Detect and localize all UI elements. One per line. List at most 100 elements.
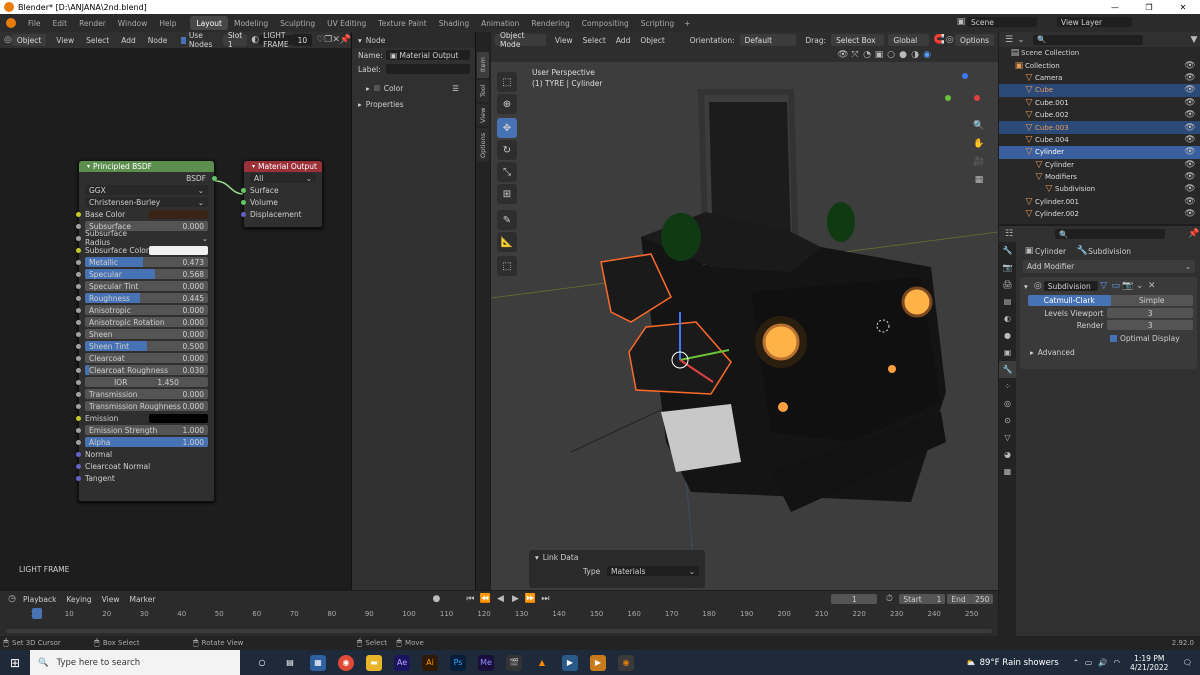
pin-icon[interactable]: 📌 <box>1188 228 1200 240</box>
blender-menu-icon[interactable] <box>6 18 16 28</box>
modifier-name-field[interactable]: Subdivision <box>1043 281 1098 291</box>
input-socket[interactable] <box>76 355 81 361</box>
vector-socket[interactable] <box>76 475 81 481</box>
input-socket[interactable] <box>76 223 81 229</box>
physics-tab-icon[interactable]: ◎ <box>999 395 1016 412</box>
value-slider[interactable]: Emission Strength 1.000 <box>85 425 208 435</box>
value-slider[interactable]: Metallic 0.473 <box>85 257 208 267</box>
cortana-icon[interactable]: ○ <box>254 655 270 671</box>
network-icon[interactable]: ▭ <box>1085 658 1092 667</box>
record-icon[interactable]: ● <box>430 593 442 605</box>
menu-playback[interactable]: Playback <box>23 595 56 604</box>
input-socket[interactable] <box>241 211 246 217</box>
value-slider[interactable]: Clearcoat Roughness 0.030 <box>85 365 208 375</box>
outliner-item[interactable]: ▽ Cube.003 👁 <box>999 121 1200 134</box>
menu-file[interactable]: File <box>22 16 47 30</box>
node-section-header[interactable]: ▾ Node <box>352 32 475 48</box>
input-socket[interactable] <box>76 439 81 445</box>
value-slider[interactable]: Anisotropic 0.000 <box>85 305 208 315</box>
frame-ruler[interactable]: 1102030405060708090100110120130140150160… <box>0 608 998 622</box>
vector-socket[interactable] <box>76 463 81 469</box>
minimize-button[interactable]: — <box>1098 3 1132 12</box>
video-app-icon[interactable]: ▶ <box>590 654 606 671</box>
outliner-search-input[interactable]: 🔍 <box>1033 34 1143 45</box>
photoshop-icon[interactable]: Ps <box>450 654 466 671</box>
input-socket[interactable] <box>76 247 81 253</box>
output-target-dropdown[interactable]: All ⌄ <box>250 173 316 183</box>
advanced-subpanel[interactable]: ▸ Advanced <box>1024 345 1193 359</box>
prev-key-icon[interactable]: ⏪ <box>479 593 491 605</box>
play-icon[interactable]: ▶ <box>509 593 521 605</box>
link-type-dropdown[interactable]: Materials ⌄ <box>607 566 699 576</box>
clock-icon[interactable]: ⏱ <box>883 593 895 605</box>
render-tab-icon[interactable]: 📷 <box>999 259 1016 276</box>
viewport-toggle-icon[interactable]: ▭ <box>1110 280 1122 292</box>
add-workspace-icon[interactable]: + <box>684 19 690 28</box>
value-slider[interactable]: Sheen Tint 0.500 <box>85 341 208 351</box>
outliner-item[interactable]: ▽ Camera 👁 <box>999 72 1200 84</box>
input-socket[interactable] <box>76 271 81 277</box>
visibility-icon[interactable]: 👁 <box>1184 109 1196 121</box>
visibility-icon[interactable]: 👁 <box>1184 159 1196 171</box>
material-tab-icon[interactable]: ◕ <box>999 446 1016 463</box>
after-effects-icon[interactable]: Ae <box>394 654 410 671</box>
illustrator-icon[interactable]: Ai <box>422 654 438 671</box>
menu-marker[interactable]: Marker <box>129 595 155 604</box>
clapper-icon[interactable]: 🎬 <box>506 654 522 671</box>
outliner-item[interactable]: ▽ Cylinder.002 👁 <box>999 208 1200 220</box>
visibility-icon[interactable]: 👁 <box>1184 134 1196 146</box>
sidebar-tab-options[interactable]: Options <box>477 128 489 162</box>
optimal-display-checkbox[interactable]: Optimal Display <box>1024 331 1193 345</box>
render-levels-field[interactable]: 3 <box>1107 320 1193 330</box>
weather-text[interactable]: 89°F Rain showers <box>980 658 1059 668</box>
outliner-item[interactable]: ▽ Modifiers 👁 <box>999 171 1200 183</box>
editor-type-icon[interactable]: ☰ <box>1003 34 1015 46</box>
visibility-icon[interactable]: 👁 <box>1184 97 1196 109</box>
scene-field[interactable]: Scene <box>967 17 1037 27</box>
particles-tab-icon[interactable]: ⁘ <box>999 378 1016 395</box>
visibility-icon[interactable]: 👁 <box>1184 84 1196 96</box>
workspace-tab-shading[interactable]: Shading <box>433 16 475 30</box>
input-socket[interactable] <box>76 295 81 301</box>
vlc-icon[interactable]: ▲ <box>534 655 550 671</box>
bsdf-output-socket[interactable] <box>212 175 217 181</box>
world-tab-icon[interactable]: ● <box>999 327 1016 344</box>
file-explorer-icon[interactable]: ▬ <box>366 654 382 671</box>
data-tab-icon[interactable]: ▽ <box>999 429 1016 446</box>
render-toggle-icon[interactable]: 📷 <box>1122 280 1134 292</box>
levels-viewport-field[interactable]: 3 <box>1107 308 1193 318</box>
visibility-icon[interactable]: 👁 <box>1184 146 1196 158</box>
visibility-icon[interactable]: 👁 <box>1184 208 1196 220</box>
input-socket[interactable] <box>76 343 81 349</box>
editmode-toggle-icon[interactable]: ▽ <box>1098 280 1110 292</box>
value-slider[interactable]: Alpha 1.000 <box>85 437 208 447</box>
input-socket[interactable] <box>76 403 81 409</box>
volume-icon[interactable]: 🔊 <box>1098 658 1107 667</box>
outliner-item[interactable]: ▽ Cylinder.001 👁 <box>999 196 1200 208</box>
input-socket[interactable] <box>76 235 81 241</box>
jump-start-icon[interactable]: ⏮ <box>464 593 476 605</box>
visibility-icon[interactable]: 👁 <box>1184 60 1196 72</box>
value-slider[interactable]: Sheen 0.000 <box>85 329 208 339</box>
workspace-tab-texture-paint[interactable]: Texture Paint <box>372 16 432 30</box>
properties-search-input[interactable]: 🔍 <box>1055 229 1165 239</box>
editor-type-icon[interactable]: ☷ <box>1003 228 1015 240</box>
value-slider[interactable]: Specular Tint 0.000 <box>85 281 208 291</box>
workspace-tab-modeling[interactable]: Modeling <box>228 16 274 30</box>
visibility-icon[interactable]: 👁 <box>1184 196 1196 208</box>
modifier-tab-icon[interactable]: 🔧 <box>999 361 1016 378</box>
material-output-node[interactable]: ▾ Material Output All ⌄ Surface Volume Displ… <box>241 160 323 228</box>
sidebar-tab-view[interactable]: View <box>477 104 489 126</box>
outliner-item[interactable]: ▽ Cube 👁 <box>999 84 1200 97</box>
value-slider[interactable]: Clearcoat 0.000 <box>85 353 208 363</box>
base-color-swatch[interactable] <box>149 209 208 219</box>
tray-chevron-icon[interactable]: ⌃ <box>1073 658 1079 667</box>
menu-view[interactable]: View <box>102 595 120 604</box>
tool-tab-icon[interactable]: 🔧 <box>999 242 1016 259</box>
outliner-item[interactable]: ▽ Cube.004 👁 <box>999 134 1200 146</box>
workspace-tab-layout[interactable]: Layout <box>190 16 228 30</box>
workspace-tab-uv-editing[interactable]: UV Editing <box>321 16 372 30</box>
node-header[interactable]: ▾ Principled BSDF <box>79 161 214 172</box>
outliner-item[interactable]: ▽ Cube.001 👁 <box>999 97 1200 109</box>
node-header[interactable]: ▾ Material Output <box>244 161 322 172</box>
